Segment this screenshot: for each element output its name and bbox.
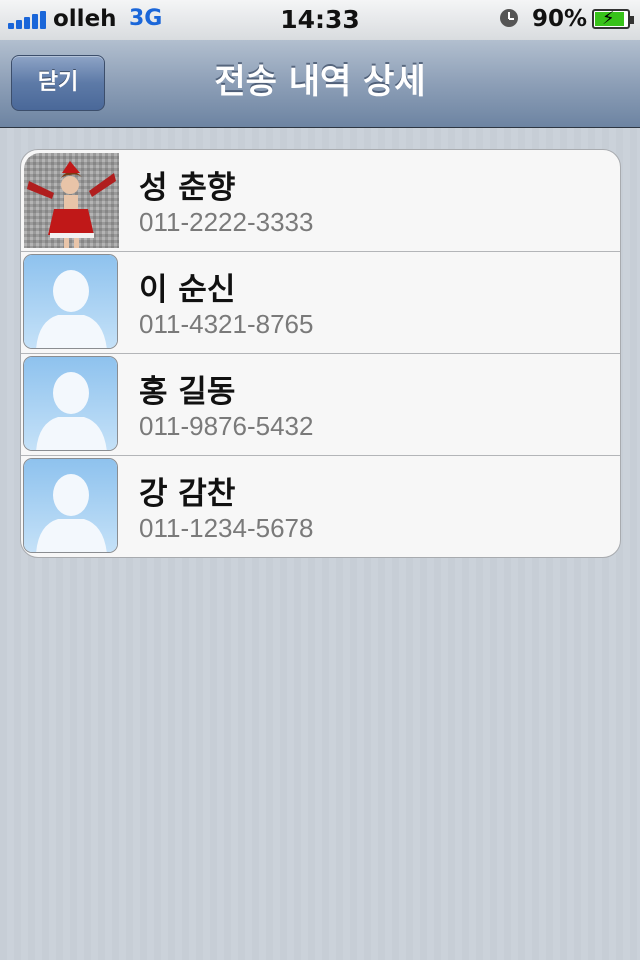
close-button[interactable]: 닫기 xyxy=(11,55,105,111)
contact-phone: 011-2222-3333 xyxy=(139,207,314,237)
contact-phone: 011-9876-5432 xyxy=(139,411,314,441)
contact-photo xyxy=(24,153,119,248)
list-item[interactable]: 홍 길동 011-9876-5432 xyxy=(21,353,620,456)
alarm-clock-icon xyxy=(500,9,518,27)
contact-name: 홍 길동 xyxy=(139,374,236,410)
contact-list: 성 춘향 011-2222-3333 이 순신 011-4321-8765 홍 … xyxy=(20,149,621,558)
contact-name: 강 감찬 xyxy=(139,476,236,512)
list-item[interactable]: 이 순신 011-4321-8765 xyxy=(21,251,620,354)
default-avatar-icon xyxy=(23,356,118,451)
battery-charging-icon: ⚡ xyxy=(592,8,634,29)
contact-phone: 011-1234-5678 xyxy=(139,513,314,543)
list-item[interactable]: 강 감찬 011-1234-5678 xyxy=(21,455,620,557)
default-avatar-icon xyxy=(23,254,118,349)
status-bar: olleh 3G 14:33 90% ⚡ xyxy=(0,0,640,41)
contact-name: 성 춘향 xyxy=(139,170,236,206)
page-title: 전송 내역 상세 xyxy=(214,62,426,102)
contact-name: 이 순신 xyxy=(139,272,236,308)
default-avatar-icon xyxy=(23,458,118,553)
navigation-bar: 닫기 전송 내역 상세 xyxy=(0,40,640,128)
battery-percent: 90% xyxy=(532,6,588,32)
list-item[interactable]: 성 춘향 011-2222-3333 xyxy=(21,150,620,252)
contact-phone: 011-4321-8765 xyxy=(139,309,314,339)
